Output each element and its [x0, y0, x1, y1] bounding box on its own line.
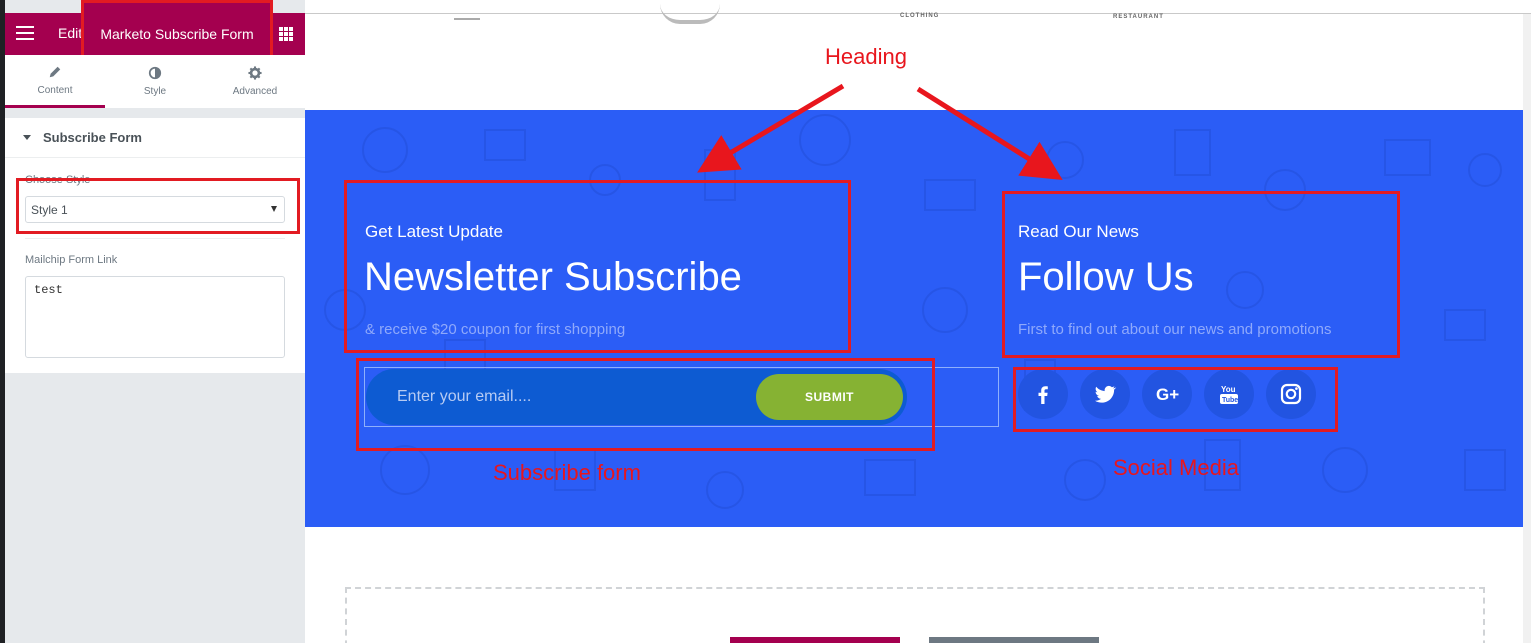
tab-advanced[interactable]: Advanced	[205, 55, 305, 108]
caret-down-icon	[23, 135, 31, 140]
annotation-subscribe-form: Subscribe form	[493, 460, 641, 485]
section-header[interactable]: Subscribe Form	[5, 118, 305, 158]
preview-canvas: CLOTHING RESTAURANT Get Latest Update Ne…	[305, 0, 1531, 643]
panel-tabs: Content Style Advanced	[5, 55, 305, 108]
tab-style-label: Style	[143, 86, 167, 97]
tab-content[interactable]: Content	[5, 55, 105, 108]
half-circle-icon	[148, 66, 162, 80]
widget-title: Marketo Subscribe Form	[100, 25, 254, 42]
choose-style-highlight	[16, 178, 300, 234]
tab-style[interactable]: Style	[105, 55, 205, 108]
annotation-arrows	[697, 83, 1063, 180]
annotation-heading: Heading	[825, 44, 907, 69]
annotation-social-media: Social Media	[1113, 455, 1239, 480]
widgets-grid-icon[interactable]	[279, 27, 293, 41]
tab-advanced-label: Advanced	[232, 86, 278, 97]
panel-title: Edit	[58, 25, 83, 41]
subscribe-form-section: Subscribe Form Choose Style Style 1 Mail…	[5, 118, 305, 373]
editor-panel: Edit Marketo Subscribe Form Content Styl…	[0, 0, 305, 643]
arrow-to-follow-heading	[916, 86, 1063, 180]
gear-icon	[248, 66, 262, 80]
field-divider	[25, 238, 285, 239]
mailchimp-link-textarea[interactable]: test	[25, 276, 285, 358]
mailchimp-link-label: Mailchip Form Link	[25, 254, 118, 266]
section-title: Subscribe Form	[43, 130, 142, 145]
pencil-icon	[49, 66, 61, 77]
tab-content-label: Content	[37, 84, 73, 96]
arrow-to-newsletter-heading	[697, 83, 845, 173]
hamburger-menu-icon[interactable]	[16, 26, 34, 40]
widget-title-highlight: Marketo Subscribe Form	[81, 0, 273, 59]
